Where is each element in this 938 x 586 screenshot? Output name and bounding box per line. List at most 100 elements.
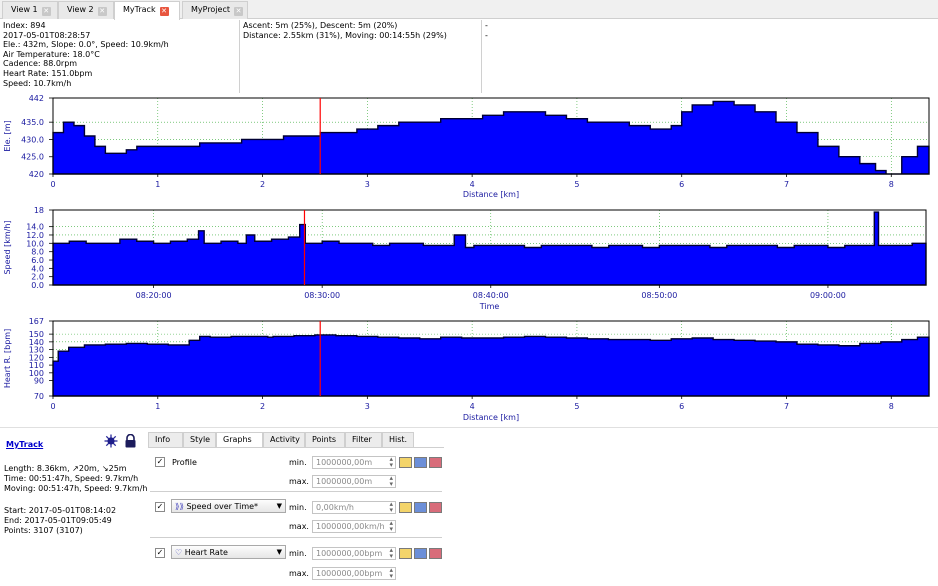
min-label: min.	[289, 458, 307, 467]
x-tick-label: 2	[260, 180, 265, 189]
graph-style-icon[interactable]	[429, 548, 442, 559]
speed-min-input[interactable]: 0,00km/h ▴ ▾	[312, 501, 396, 514]
tab-label: View 1	[11, 5, 38, 14]
x-axis-label: Time	[479, 302, 500, 311]
graph-fill-icon[interactable]	[414, 457, 427, 468]
max-value: 1000000,00km/h	[316, 522, 385, 531]
max-value: 1000000,00m	[316, 477, 373, 486]
speed-checkbox[interactable]: ✓	[155, 502, 165, 512]
track-start: Start: 2017-05-01T08:14:02	[4, 506, 117, 515]
graph-color-icon[interactable]	[399, 548, 412, 559]
y-axis-label: Ele. [m]	[3, 120, 12, 151]
tab-myproject[interactable]: MyProject ✕	[182, 1, 248, 19]
graph-color-icon[interactable]	[399, 502, 412, 513]
close-icon[interactable]: ✕	[159, 7, 169, 16]
chevron-down-icon: ▼	[276, 502, 282, 510]
info-distance-moving: Distance: 2.55km (31%), Moving: 00:14:55…	[243, 30, 447, 40]
tab-info[interactable]: Info	[148, 432, 183, 447]
spinner-arrows-icon[interactable]: ▴ ▾	[389, 501, 393, 514]
series-area	[52, 334, 930, 397]
profile-checkbox[interactable]: ✓	[155, 457, 165, 467]
heart-rate-checkbox[interactable]: ✓	[155, 548, 165, 558]
segment-info-panel: Ascent: 5m (25%), Descent: 5m (20%) Dist…	[240, 20, 480, 93]
info-index: Index: 894	[3, 21, 46, 30]
x-tick-label: 4	[470, 180, 475, 189]
graph-style-icon[interactable]	[429, 502, 442, 513]
track-name-link[interactable]: MyTrack	[6, 440, 43, 449]
sun-icon[interactable]	[104, 434, 118, 448]
spinner-arrows-icon[interactable]: ▴ ▾	[389, 456, 393, 469]
spinner-arrows-icon[interactable]: ▴ ▾	[389, 567, 393, 580]
close-icon[interactable]: ✕	[234, 7, 244, 16]
graph-fill-icon[interactable]	[414, 502, 427, 513]
y-tick-label: 167	[29, 317, 44, 326]
speed-chart[interactable]: 1814.012.010.08.06.04.02.00.008:20:00 08:…	[0, 203, 938, 313]
x-tick-label: 4	[470, 402, 475, 411]
x-tick-label: 5	[574, 402, 579, 411]
profile-label: Profile	[172, 458, 197, 467]
profile-min-input[interactable]: 1000000,00m ▴ ▾	[312, 456, 396, 469]
max-label: max.	[289, 477, 309, 486]
speed-icon: ⟫⟫	[175, 502, 184, 511]
heart-rate-chart[interactable]: 16715014013012011010090700 1 2 3 4 5 6 7 8Distan…	[0, 314, 938, 426]
spinner-arrows-icon[interactable]: ▴ ▾	[389, 547, 393, 560]
track-end: End: 2017-05-01T09:05:49	[4, 516, 112, 525]
tab-view-2[interactable]: View 2 ✕	[58, 1, 114, 19]
view-tab-bar: View 1 ✕ View 2 ✕ MyTrack ✕ MyProject ✕	[0, 0, 938, 20]
graph-fill-icon[interactable]	[414, 548, 427, 559]
close-icon[interactable]: ✕	[97, 7, 107, 16]
close-icon[interactable]: ✕	[41, 7, 51, 16]
graph-style-icon[interactable]	[429, 457, 442, 468]
elevation-chart[interactable]: 442 435.0 430.0 425.0 420 0 1 2 3 4 5 6 7 8 Distance […	[0, 93, 938, 201]
tab-activity[interactable]: Activity	[263, 432, 305, 447]
x-tick-label: 3	[365, 402, 370, 411]
x-tick-label: 0	[50, 180, 55, 189]
lock-icon[interactable]	[124, 434, 137, 448]
x-axis-label: Distance [km]	[463, 413, 519, 422]
x-tick-label: 08:30:00	[304, 291, 340, 300]
x-tick-label: 08:20:00	[136, 291, 172, 300]
x-tick-label: 2	[260, 402, 265, 411]
row-divider	[150, 491, 442, 492]
tab-label: MyTrack	[123, 5, 156, 14]
info-speed: Speed: 10.7km/h	[3, 78, 72, 88]
y-tick-label: 435.0	[21, 118, 44, 127]
profile-max-input[interactable]: 1000000,00m ▴ ▾	[312, 475, 396, 488]
heart-rate-graph-select[interactable]: ♡ Heart Rate ▼	[171, 545, 286, 559]
heart-rate-min-input[interactable]: 1000000,00bpm ▴ ▾	[312, 547, 396, 560]
speed-graph-select[interactable]: ⟫⟫ Speed over Time* ▼	[171, 499, 286, 513]
x-tick-label: 08:50:00	[641, 291, 677, 300]
tab-graphs[interactable]: Graphs	[216, 432, 263, 448]
x-tick-label: 7	[784, 180, 789, 189]
tab-points[interactable]: Points	[305, 432, 345, 447]
tab-label: View 2	[67, 5, 94, 14]
info-placeholder: -	[485, 30, 488, 40]
spinner-arrows-icon[interactable]: ▴ ▾	[389, 520, 393, 533]
tab-mytrack[interactable]: MyTrack ✕	[114, 1, 180, 20]
speed-max-input[interactable]: 1000000,00km/h ▴ ▾	[312, 520, 396, 533]
max-label: max.	[289, 522, 309, 531]
x-tick-label: 8	[889, 180, 894, 189]
info-ascent-descent: Ascent: 5m (25%), Descent: 5m (20%)	[243, 21, 398, 30]
series-area	[52, 211, 927, 286]
y-tick-label: 90	[34, 377, 44, 386]
heart-icon: ♡	[175, 548, 183, 557]
y-tick-label: 18	[34, 206, 44, 215]
y-axis-label: Heart R. [bpm]	[3, 329, 12, 388]
tab-view-1[interactable]: View 1 ✕	[2, 1, 58, 19]
x-tick-label: 6	[679, 402, 684, 411]
min-value: 1000000,00bpm	[316, 549, 383, 558]
heart-rate-max-input[interactable]: 1000000,00bpm ▴ ▾	[312, 567, 396, 580]
tab-style[interactable]: Style	[183, 432, 216, 447]
info-elevation: Ele.: 432m, Slope: 0.0°, Speed: 10.9km/h	[3, 40, 169, 50]
spinner-arrows-icon[interactable]: ▴ ▾	[389, 475, 393, 488]
x-tick-label: 09:00:00	[810, 291, 846, 300]
row-divider	[150, 537, 442, 538]
y-tick-label: 430.0	[21, 135, 44, 144]
tab-filter[interactable]: Filter	[345, 432, 382, 447]
min-label: min.	[289, 549, 307, 558]
min-label: min.	[289, 503, 307, 512]
graph-color-icon[interactable]	[399, 457, 412, 468]
max-label: max.	[289, 569, 309, 578]
tab-hist[interactable]: Hist.	[382, 432, 414, 447]
